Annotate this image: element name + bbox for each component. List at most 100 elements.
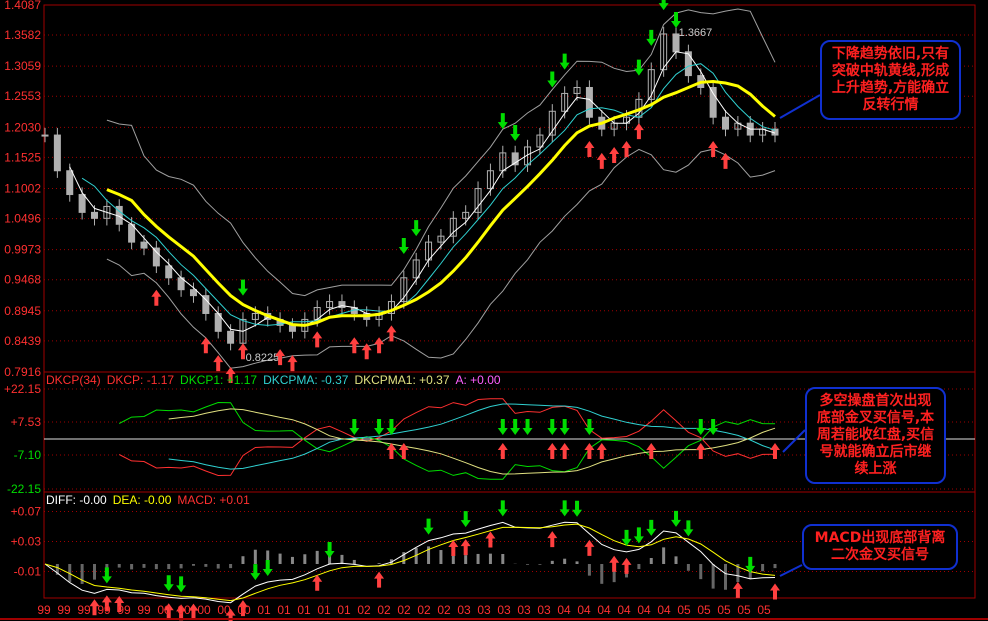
sell-arrow-icon: [349, 419, 360, 435]
legend-entry: DKCP1: +1.17: [180, 373, 258, 387]
candle-body: [585, 86, 593, 118]
candle-body: [684, 51, 692, 77]
dea-line: [44, 523, 776, 602]
candle-body: [90, 211, 98, 219]
x-tick-label: 03: [517, 603, 531, 617]
x-tick-label: 04: [577, 603, 591, 617]
sell-arrow-icon: [497, 500, 508, 517]
x-tick-label: 05: [757, 603, 771, 617]
sell-arrow-icon: [374, 419, 385, 435]
sell-arrow-icon: [559, 53, 570, 70]
price-tick-label: 0.7916: [4, 365, 41, 379]
candle-body: [709, 86, 717, 118]
x-tick-label: 99: [37, 603, 51, 617]
x-tick-label: 99: [117, 603, 131, 617]
x-tick-label: 00: [177, 603, 191, 617]
low-price-label: 0.8225: [246, 352, 280, 364]
buy-arrow-icon: [485, 531, 496, 548]
sell-arrow-icon: [633, 59, 644, 76]
candle-body: [152, 247, 160, 267]
sell-arrow-icon: [497, 419, 508, 435]
x-tick-label: 02: [377, 603, 391, 617]
price-annotation: 下降趋势依旧,只有突破中轨黄线,形成上升趋势,方能确立反转行情: [820, 40, 961, 120]
sell-arrow-icon: [460, 511, 471, 528]
x-tick-label: 03: [477, 603, 491, 617]
buy-arrow-icon: [609, 146, 620, 163]
buy-arrow-icon: [547, 443, 558, 459]
legend-entry: MACD: +0.01: [177, 493, 250, 507]
x-tick-label: 02: [397, 603, 411, 617]
price-tick-label: 1.1002: [4, 181, 41, 195]
x-tick-label: 00: [217, 603, 231, 617]
candle-body: [66, 170, 74, 196]
x-tick-label: 02: [437, 603, 451, 617]
x-tick-label: 04: [557, 603, 571, 617]
x-tick-label: 04: [657, 603, 671, 617]
price-tick-label: 1.0496: [4, 212, 41, 226]
x-tick-label: 00: [237, 603, 251, 617]
sell-arrow-icon: [176, 576, 187, 593]
x-tick-label: 04: [617, 603, 631, 617]
ma-middle-band-line: [106, 79, 776, 327]
x-tick-label: 05: [717, 603, 731, 617]
buy-arrow-icon: [460, 539, 471, 556]
buy-arrow-icon: [633, 123, 644, 140]
sell-arrow-icon: [547, 419, 558, 435]
sell-arrow-icon: [683, 520, 694, 537]
price-tick-label: 1.1525: [4, 150, 41, 164]
x-tick-label: 05: [697, 603, 711, 617]
legend-entry: A: +0.00: [455, 373, 501, 387]
stock-chart[interactable]: 1.4087 1.3582 1.3059 1.2553 1.2030 1.1525 1.10…: [0, 0, 988, 621]
buy-arrow-icon: [312, 574, 323, 591]
candle-body: [227, 330, 235, 344]
price-tick-label: 0.9973: [4, 243, 41, 257]
buy-arrow-icon: [151, 289, 162, 306]
x-tick-label: 05: [677, 603, 691, 617]
legend-entry: DKCP(34): [46, 373, 101, 387]
price-tick-label: 0.9468: [4, 273, 41, 287]
sell-arrow-icon: [633, 527, 644, 544]
sell-arrow-icon: [671, 12, 682, 29]
buy-arrow-icon: [609, 555, 620, 572]
buy-arrow-icon: [732, 581, 743, 598]
sell-arrow-icon: [658, 0, 669, 11]
buy-arrow-icon: [287, 355, 298, 372]
buy-arrow-icon: [200, 337, 211, 354]
dkcp1-line: [118, 401, 776, 480]
x-tick-label: 99: [97, 603, 111, 617]
buy-arrow-icon: [770, 583, 780, 600]
candle-body: [189, 289, 197, 297]
legend-entry: DKCPMA: -0.37: [263, 373, 349, 387]
sell-arrow-icon: [497, 113, 508, 130]
buy-arrow-icon: [695, 443, 706, 459]
dkcp-tick-label: +7.53: [11, 415, 42, 429]
sell-arrow-icon: [101, 567, 112, 584]
buy-arrow-icon: [497, 443, 508, 459]
dkcp-tick-label: -22.15: [7, 482, 41, 496]
price-tick-label: 1.2553: [4, 89, 41, 103]
sell-arrow-icon: [510, 125, 521, 142]
x-tick-label: 03: [497, 603, 511, 617]
diff-line: [44, 521, 776, 604]
macd-tick-label: -0.01: [14, 565, 42, 579]
legend-entry: DIFF: -0.00: [46, 493, 107, 507]
sell-arrow-icon: [411, 220, 422, 237]
buy-arrow-icon: [448, 540, 459, 556]
sell-arrow-icon: [559, 500, 570, 517]
x-tick-label: 04: [637, 603, 651, 617]
macd-annotation: MACD出现底部背离二次金叉买信号: [802, 524, 958, 570]
buy-arrow-icon: [708, 141, 719, 158]
price-tick-label: 0.8945: [4, 304, 41, 318]
sell-arrow-icon: [695, 419, 706, 435]
price-tick-label: 1.3582: [4, 28, 41, 42]
candle-body: [722, 116, 730, 130]
dkcp-tick-label: +22.15: [4, 382, 41, 396]
price-tick-label: 1.4087: [4, 0, 41, 12]
buy-arrow-icon: [547, 531, 558, 548]
sell-arrow-icon: [646, 29, 657, 46]
sell-arrow-icon: [522, 419, 533, 435]
x-tick-label: 01: [297, 603, 311, 617]
x-tick-label: 04: [597, 603, 611, 617]
x-tick-label: 05: [737, 603, 751, 617]
buy-arrow-icon: [374, 571, 385, 588]
